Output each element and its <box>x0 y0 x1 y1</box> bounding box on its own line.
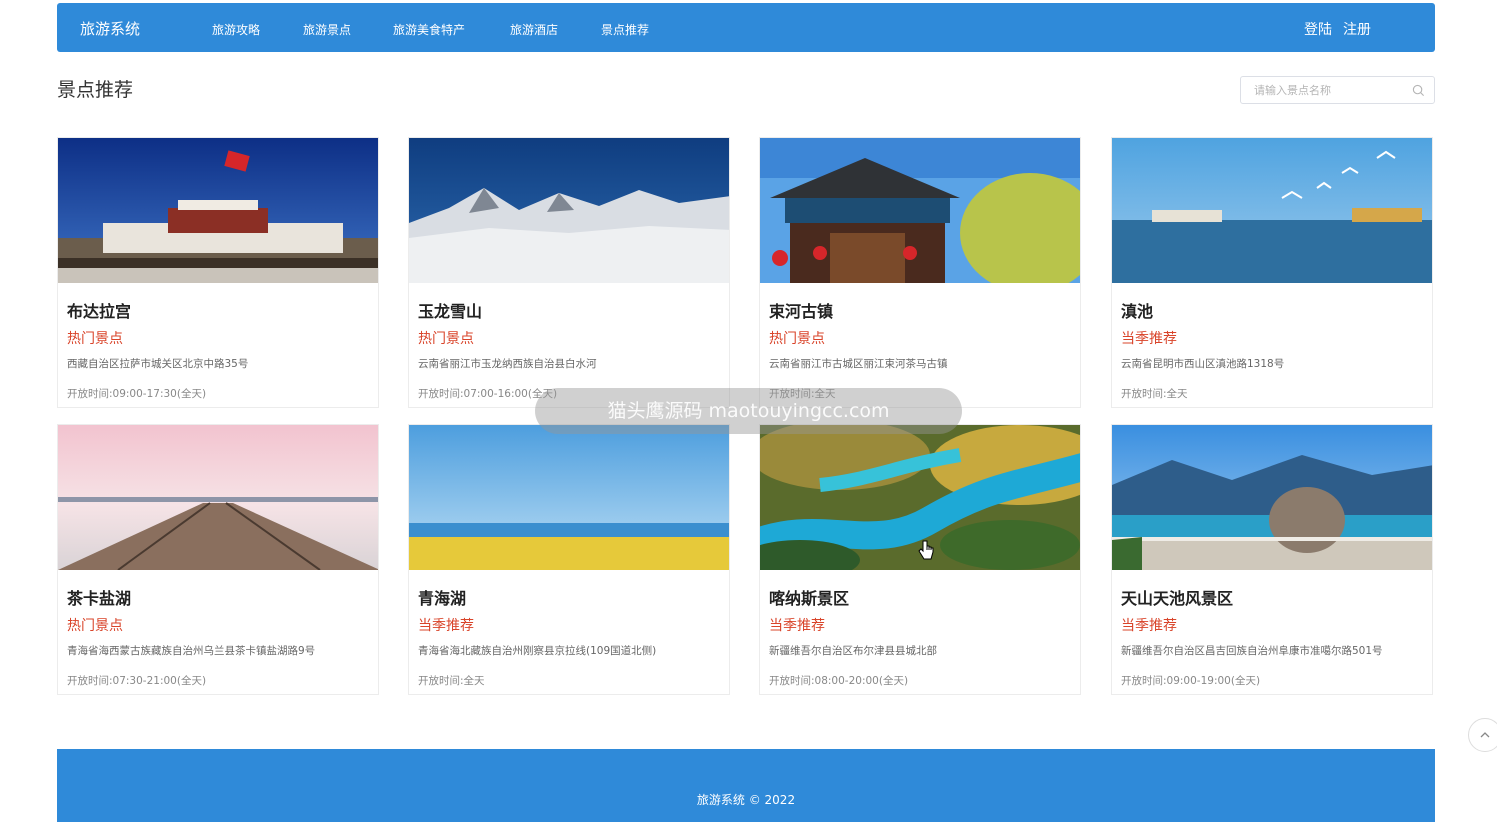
nav-hotels[interactable]: 旅游酒店 <box>510 21 558 38</box>
scenic-image[interactable] <box>760 138 1081 283</box>
scenic-image[interactable] <box>58 425 379 570</box>
scenic-address: 青海省海西蒙古族藏族自治州乌兰县茶卡镇盐湖路9号 <box>67 645 316 657</box>
scenic-tag: 热门景点 <box>67 331 123 347</box>
scenic-image[interactable] <box>1112 138 1433 283</box>
scenic-hours: 开放时间:07:00-16:00(全天) <box>418 388 558 400</box>
scenic-tag: 热门景点 <box>418 331 474 347</box>
page: 旅游系统 旅游攻略 旅游景点 旅游美食特产 旅游酒店 景点推荐 登陆 注册 景点… <box>0 0 1497 822</box>
scenic-tag: 热门景点 <box>769 331 825 347</box>
watermark-overlay: 猫头鹰源码 maotouyingcc.com <box>535 388 962 434</box>
brand-logo-text[interactable]: 旅游系统 <box>80 18 140 39</box>
scenic-address: 云南省丽江市玉龙纳西族自治县白水河 <box>418 358 597 370</box>
scenic-address: 云南省丽江市古城区丽江束河茶马古镇 <box>769 358 948 370</box>
scenic-address: 云南省昆明市西山区滇池路1318号 <box>1121 358 1285 370</box>
scenic-tag: 当季推荐 <box>418 618 474 634</box>
scenic-tag: 热门景点 <box>67 618 123 634</box>
top-navbar: 旅游系统 旅游攻略 旅游景点 旅游美食特产 旅游酒店 景点推荐 登陆 注册 <box>57 3 1435 52</box>
scenic-card[interactable]: 天山天池风景区 当季推荐 新疆维吾尔自治区昌吉回族自治州阜康市准噶尔路501号 … <box>1111 424 1433 695</box>
register-link[interactable]: 注册 <box>1343 19 1371 39</box>
nav-food-specialty[interactable]: 旅游美食特产 <box>393 21 465 38</box>
scenic-address: 新疆维吾尔自治区昌吉回族自治州阜康市准噶尔路501号 <box>1121 645 1383 657</box>
scenic-hours: 开放时间:07:30-21:00(全天) <box>67 675 207 687</box>
nav-travel-guide[interactable]: 旅游攻略 <box>212 21 260 38</box>
scenic-tag: 当季推荐 <box>1121 331 1177 347</box>
scenic-hours: 开放时间:全天 <box>418 675 485 687</box>
scenic-address: 新疆维吾尔自治区布尔津县县城北部 <box>769 645 937 657</box>
search-icon[interactable] <box>1412 84 1425 97</box>
search-input[interactable] <box>1241 77 1414 103</box>
scenic-name[interactable]: 布达拉宫 <box>67 298 131 322</box>
scenic-image[interactable] <box>1112 425 1433 570</box>
scenic-tag: 当季推荐 <box>1121 618 1177 634</box>
nav-scenic-spots[interactable]: 旅游景点 <box>303 21 351 38</box>
scenic-name[interactable]: 滇池 <box>1121 298 1153 322</box>
scenic-name[interactable]: 束河古镇 <box>769 298 833 322</box>
back-to-top-button[interactable] <box>1468 718 1497 752</box>
scenic-hours: 开放时间:08:00-20:00(全天) <box>769 675 909 687</box>
scenic-name[interactable]: 天山天池风景区 <box>1121 585 1233 609</box>
scenic-card[interactable]: 茶卡盐湖 热门景点 青海省海西蒙古族藏族自治州乌兰县茶卡镇盐湖路9号 开放时间:… <box>57 424 379 695</box>
scenic-card[interactable]: 滇池 当季推荐 云南省昆明市西山区滇池路1318号 开放时间:全天 <box>1111 137 1433 408</box>
scenic-card[interactable]: 束河古镇 热门景点 云南省丽江市古城区丽江束河茶马古镇 开放时间:全天 <box>759 137 1081 408</box>
scenic-name[interactable]: 喀纳斯景区 <box>769 585 849 609</box>
scenic-image[interactable] <box>409 425 730 570</box>
nav-recommended-spots[interactable]: 景点推荐 <box>601 21 649 38</box>
scenic-address: 西藏自治区拉萨市城关区北京中路35号 <box>67 358 249 370</box>
scenic-image[interactable] <box>409 138 730 283</box>
scenic-name[interactable]: 玉龙雪山 <box>418 298 482 322</box>
scenic-name[interactable]: 茶卡盐湖 <box>67 585 131 609</box>
chevron-up-icon <box>1480 732 1490 738</box>
page-title: 景点推荐 <box>57 79 134 101</box>
scenic-card[interactable]: 玉龙雪山 热门景点 云南省丽江市玉龙纳西族自治县白水河 开放时间:07:00-1… <box>408 137 730 408</box>
footer: 旅游系统 © 2022 <box>57 749 1435 822</box>
search-box <box>1240 76 1435 104</box>
scenic-hours: 开放时间:全天 <box>1121 388 1188 400</box>
scenic-card[interactable]: 布达拉宫 热门景点 西藏自治区拉萨市城关区北京中路35号 开放时间:09:00-… <box>57 137 379 408</box>
scenic-image[interactable] <box>58 138 379 283</box>
scenic-tag: 当季推荐 <box>769 618 825 634</box>
login-link[interactable]: 登陆 <box>1304 19 1332 39</box>
scenic-name[interactable]: 青海湖 <box>418 585 466 609</box>
footer-copyright: 旅游系统 © 2022 <box>696 793 796 807</box>
scenic-card[interactable]: 青海湖 当季推荐 青海省海北藏族自治州刚察县京拉线(109国道北侧) 开放时间:… <box>408 424 730 695</box>
hand-cursor-icon <box>918 540 934 560</box>
scenic-hours: 开放时间:09:00-17:30(全天) <box>67 388 207 400</box>
scenic-hours: 开放时间:09:00-19:00(全天) <box>1121 675 1261 687</box>
scenic-address: 青海省海北藏族自治州刚察县京拉线(109国道北侧) <box>418 645 657 657</box>
